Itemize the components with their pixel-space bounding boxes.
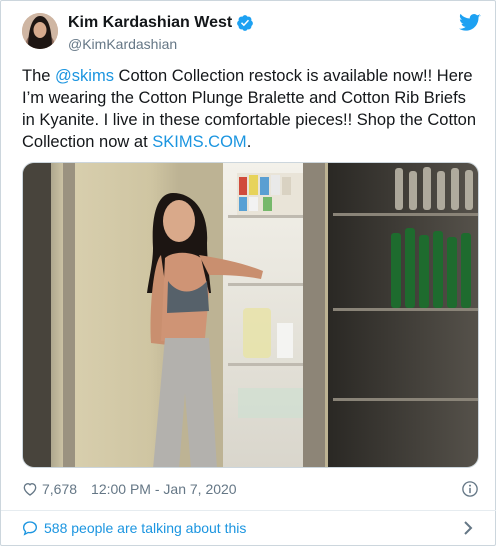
mention-link[interactable]: @skims: [55, 67, 114, 85]
divider: [1, 510, 496, 511]
verified-badge-icon: [236, 14, 254, 32]
text-part: The: [22, 67, 56, 85]
display-name[interactable]: Kim Kardashian West: [68, 14, 232, 32]
text-part: .: [246, 133, 252, 151]
tweet-meta: 7,678 12:00 PM - Jan 7, 2020: [22, 479, 479, 499]
timestamp[interactable]: 12:00 PM - Jan 7, 2020: [91, 481, 237, 497]
twitter-bird-icon[interactable]: [459, 13, 481, 33]
heart-icon[interactable]: [22, 481, 38, 497]
chevron-right-icon: [463, 520, 473, 536]
tweet-card: Kim Kardashian West @KimKardashian The @…: [0, 0, 496, 546]
handle[interactable]: @KimKardashian: [68, 36, 254, 52]
author-names: Kim Kardashian West @KimKardashian: [68, 13, 254, 52]
tweet-photo[interactable]: [22, 162, 479, 468]
conversation-count: 588 people are talking about this: [44, 520, 247, 536]
tweet-text: The @skims Cotton Collection restock is …: [22, 65, 482, 153]
like-count[interactable]: 7,678: [42, 481, 77, 497]
conversation-link[interactable]: 588 people are talking about this: [22, 518, 479, 538]
avatar[interactable]: [22, 13, 58, 49]
speech-bubble-icon: [22, 520, 38, 536]
info-icon[interactable]: [461, 480, 479, 498]
tweet-header: Kim Kardashian West @KimKardashian: [22, 13, 481, 57]
url-link[interactable]: SKIMS.COM: [152, 133, 246, 151]
